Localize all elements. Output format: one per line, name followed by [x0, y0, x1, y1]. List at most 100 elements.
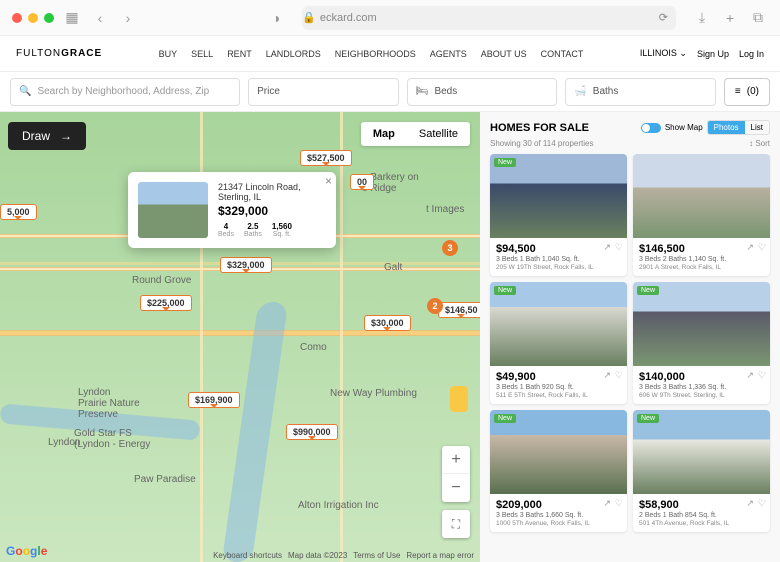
region-select[interactable]: ILLINOIS ⌄ [640, 48, 687, 59]
listing-card[interactable]: New↗♡$49,9003 Beds 1 Bath 920 Sq. ft.511… [490, 282, 627, 404]
listing-photo[interactable]: New [633, 410, 770, 494]
result-count: Showing 30 of 114 properties [490, 139, 593, 148]
map-place-label: Galt [384, 262, 402, 273]
address-bar[interactable]: 🔒 eckard.com ⟳ [302, 6, 676, 30]
map-place-label: Como [300, 342, 327, 353]
listing-address: 205 W 19Th Street, Rock Falls, IL [496, 264, 621, 271]
beds-filter[interactable]: 🛏Beds [407, 78, 558, 106]
draw-button[interactable]: Draw → [8, 122, 86, 150]
close-dot[interactable] [12, 13, 22, 23]
heart-icon[interactable]: ♡ [758, 370, 766, 381]
reload-icon[interactable]: ⟳ [659, 11, 676, 24]
listing-photo[interactable]: New [633, 282, 770, 366]
listing-card[interactable]: New↗♡$94,5003 Beds 1 Bath 1,040 Sq. ft.2… [490, 154, 627, 276]
photos-view-button[interactable]: Photos [708, 121, 745, 134]
heart-icon[interactable]: ♡ [615, 242, 623, 253]
shield-icon[interactable]: ◑ [266, 8, 286, 28]
listing-photo[interactable] [633, 154, 770, 238]
login-link[interactable]: Log In [739, 49, 764, 59]
map-type-toggle: Map Satellite [361, 122, 470, 146]
popup-address1: 21347 Lincoln Road, [218, 182, 301, 192]
close-icon[interactable]: × [325, 174, 332, 188]
max-dot[interactable] [44, 13, 54, 23]
price-marker[interactable]: $990,000 [286, 424, 338, 440]
list-view-button[interactable]: List [745, 121, 769, 134]
download-icon[interactable]: ⤓ [692, 8, 712, 28]
map-view[interactable]: Draw → Map Satellite $527,500 5,000 $329,0… [0, 112, 480, 562]
pegman-icon[interactable] [450, 386, 468, 412]
search-input[interactable]: 🔍 Search by Neighborhood, Address, Zip [10, 78, 240, 106]
price-marker[interactable]: $329,000 [220, 257, 272, 273]
nav-rent[interactable]: RENT [227, 49, 252, 59]
more-filters-button[interactable]: ≡ (0) [724, 78, 770, 106]
satellite-tab[interactable]: Satellite [407, 122, 470, 146]
heart-icon[interactable]: ♡ [615, 370, 623, 381]
price-marker[interactable]: $146,50 [438, 302, 480, 318]
listing-card[interactable]: New↗♡$140,0003 Beds 3 Baths 1,336 Sq. ft… [633, 282, 770, 404]
price-filter[interactable]: Price [248, 78, 399, 106]
nav-buy[interactable]: BUY [159, 49, 178, 59]
share-icon[interactable]: ↗ [746, 370, 754, 381]
price-marker[interactable]: $169,900 [188, 392, 240, 408]
nav-sell[interactable]: SELL [191, 49, 213, 59]
zoom-out-button[interactable]: − [442, 474, 470, 502]
back-icon[interactable]: ‹ [90, 8, 110, 28]
share-icon[interactable]: ↗ [746, 498, 754, 509]
nav-neighborhoods[interactable]: NEIGHBORHOODS [335, 49, 416, 59]
listing-photo[interactable]: New [490, 154, 627, 238]
cluster-marker[interactable]: 2 [427, 298, 443, 314]
zoom-controls: + − [442, 446, 470, 502]
price-marker[interactable]: 00 [350, 174, 374, 190]
listing-address: 501 4Th Avenue, Rock Falls, IL [639, 520, 764, 527]
listing-card[interactable]: ↗♡$146,5003 Beds 2 Baths 1,140 Sq. ft.29… [633, 154, 770, 276]
listing-card[interactable]: New↗♡$209,0003 Beds 3 Baths 1,660 Sq. ft… [490, 410, 627, 532]
listing-grid: New↗♡$94,5003 Beds 1 Bath 1,040 Sq. ft.2… [490, 154, 770, 532]
min-dot[interactable] [28, 13, 38, 23]
sort-button[interactable]: ↕ Sort [749, 139, 770, 148]
listing-price: $94,500 [496, 243, 621, 255]
nav-about[interactable]: ABOUT US [481, 49, 527, 59]
map-data: Map data ©2023 [288, 551, 347, 560]
newtab-icon[interactable]: + [720, 8, 740, 28]
sidebar-icon[interactable]: ▦ [62, 8, 82, 28]
popup-baths-label: Baths [244, 231, 262, 238]
logo-a: FULTON [16, 48, 61, 59]
heart-icon[interactable]: ♡ [758, 498, 766, 509]
zoom-in-button[interactable]: + [442, 446, 470, 474]
listing-address: 2901 A Street, Rock Falls, IL [639, 264, 764, 271]
forward-icon[interactable]: › [118, 8, 138, 28]
logo[interactable]: FULTONGRACE [16, 48, 102, 59]
listing-details: 3 Beds 1 Bath 920 Sq. ft. [496, 384, 621, 391]
tabs-icon[interactable]: ⧉ [748, 8, 768, 28]
price-marker[interactable]: 5,000 [0, 204, 37, 220]
share-icon[interactable]: ↗ [603, 498, 611, 509]
share-icon[interactable]: ↗ [603, 370, 611, 381]
price-marker[interactable]: $30,000 [364, 315, 411, 331]
listing-photo[interactable]: New [490, 410, 627, 494]
fullscreen-button[interactable]: ⛶ [442, 510, 470, 538]
baths-filter[interactable]: 🛁Baths [565, 78, 716, 106]
listing-photo[interactable]: New [490, 282, 627, 366]
share-icon[interactable]: ↗ [746, 242, 754, 253]
nav-agents[interactable]: AGENTS [430, 49, 467, 59]
report-link[interactable]: Report a map error [406, 551, 474, 560]
keyboard-shortcuts-link[interactable]: Keyboard shortcuts [213, 551, 282, 560]
bath-icon: 🛁 [574, 86, 586, 97]
search-placeholder: Search by Neighborhood, Address, Zip [37, 86, 209, 97]
share-icon[interactable]: ↗ [603, 242, 611, 253]
cluster-marker[interactable]: 3 [442, 240, 458, 256]
price-marker[interactable]: $527,500 [300, 150, 352, 166]
nav-contact[interactable]: CONTACT [541, 49, 584, 59]
heart-icon[interactable]: ♡ [615, 498, 623, 509]
draw-label: Draw [22, 129, 50, 143]
nav-landlords[interactable]: LANDLORDS [266, 49, 321, 59]
showmap-toggle[interactable] [641, 123, 661, 133]
signup-link[interactable]: Sign Up [697, 49, 729, 59]
listing-card[interactable]: New↗♡$58,9002 Beds 1 Bath 854 Sq. ft.501… [633, 410, 770, 532]
popup-photo[interactable] [138, 182, 208, 238]
terms-link[interactable]: Terms of Use [353, 551, 400, 560]
map-tab[interactable]: Map [361, 122, 407, 146]
price-marker[interactable]: $225,000 [140, 295, 192, 311]
heart-icon[interactable]: ♡ [758, 242, 766, 253]
showmap-label: Show Map [665, 123, 703, 132]
